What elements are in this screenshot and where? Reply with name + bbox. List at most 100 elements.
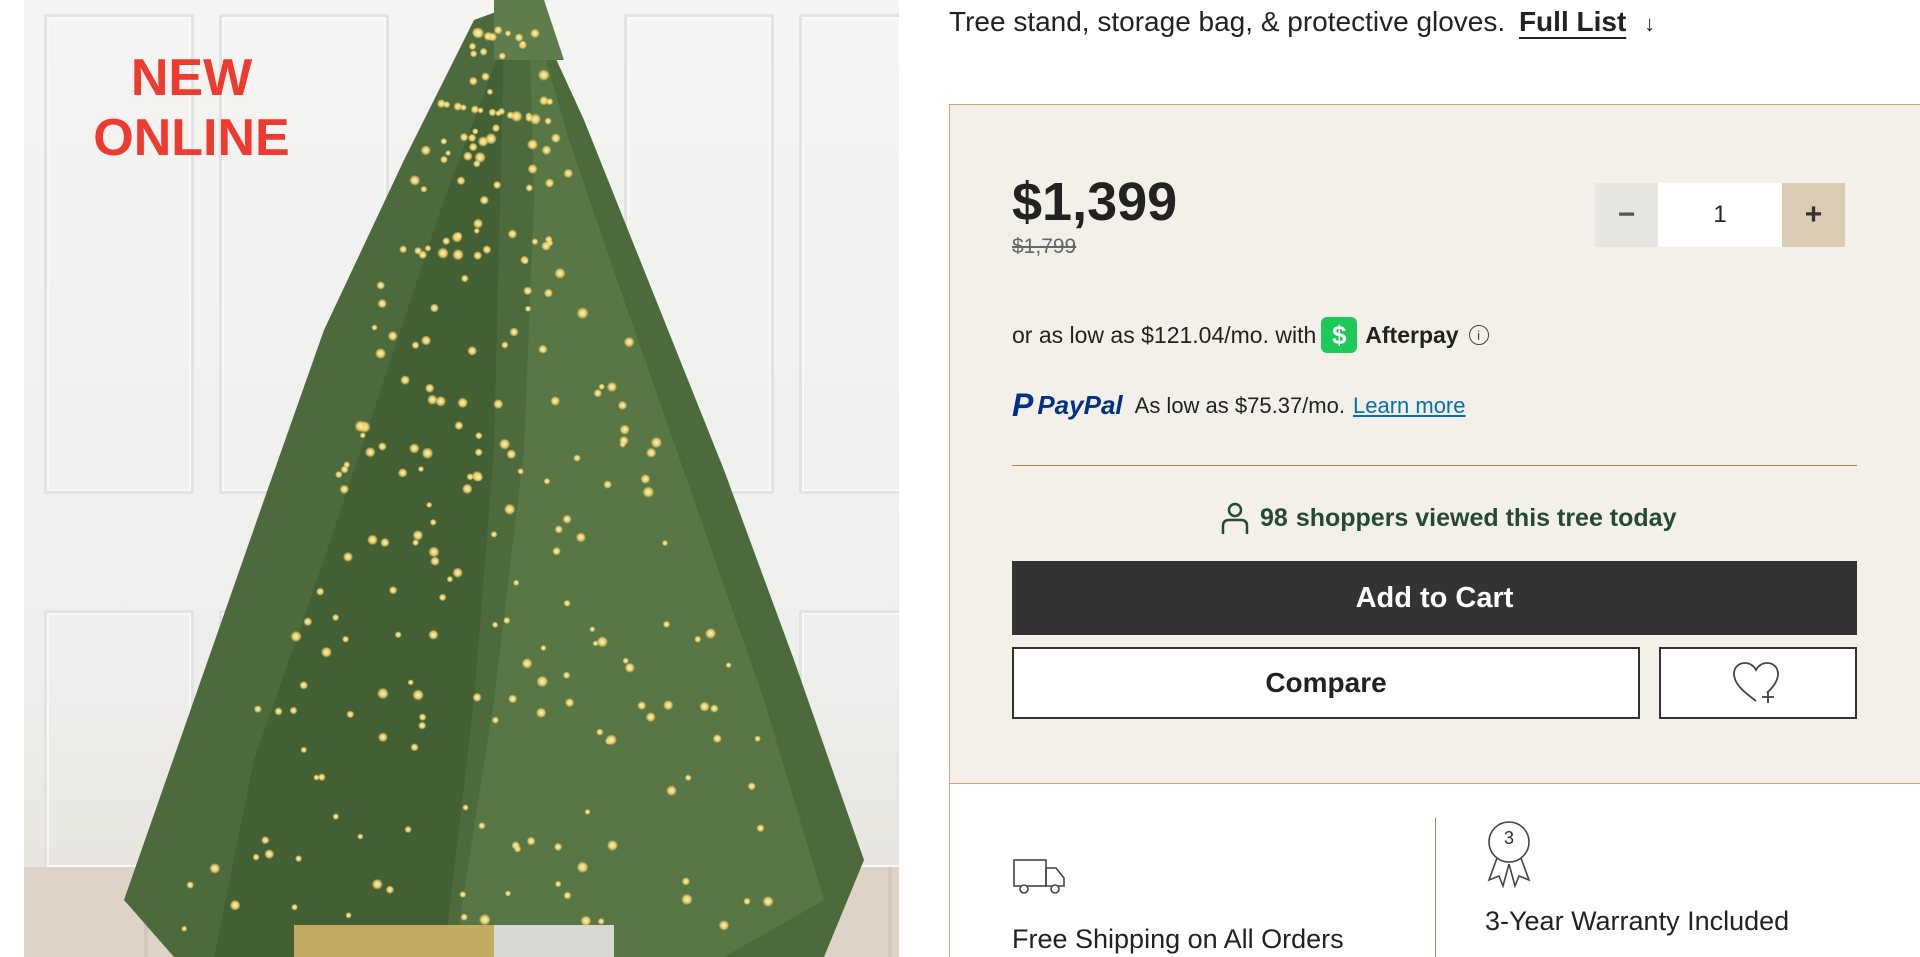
tree-light xyxy=(410,743,419,752)
tree-light xyxy=(462,151,473,162)
tree-light xyxy=(467,345,478,356)
tree-light xyxy=(429,303,439,313)
tree-light xyxy=(357,833,364,840)
tree-light xyxy=(186,881,195,889)
tree-light xyxy=(596,636,608,648)
tree-light xyxy=(637,701,647,711)
tree-light xyxy=(457,397,469,409)
tree-light xyxy=(409,443,420,454)
tree-light xyxy=(462,804,469,811)
full-list-link[interactable]: Full List xyxy=(1519,6,1626,37)
quantity-input[interactable] xyxy=(1658,183,1782,247)
tree-light xyxy=(438,593,447,602)
info-icon[interactable]: i xyxy=(1468,325,1489,345)
badge-line-new: NEW xyxy=(130,49,253,107)
tree-light xyxy=(339,484,350,495)
tree-light xyxy=(437,247,449,259)
compare-button[interactable]: Compare xyxy=(1012,647,1640,719)
tree-light xyxy=(473,160,481,168)
tree-light xyxy=(411,341,420,350)
tree-light xyxy=(473,251,483,261)
tree-light xyxy=(474,448,483,457)
tree-light xyxy=(460,104,467,111)
tree-light xyxy=(681,893,693,906)
tree-light xyxy=(261,836,270,845)
tree-light xyxy=(359,432,366,439)
tree-light xyxy=(563,168,574,179)
tree-light xyxy=(487,32,498,42)
tree-light xyxy=(694,635,702,643)
tree-light xyxy=(501,341,509,349)
tree-light xyxy=(552,546,561,556)
tree-light xyxy=(705,627,717,640)
tree-light xyxy=(562,671,571,680)
tree-light xyxy=(317,773,326,782)
tree-light xyxy=(493,399,504,410)
add-to-wishlist-button[interactable] xyxy=(1659,647,1857,719)
tree-light xyxy=(681,877,691,886)
tree-light xyxy=(435,395,447,407)
tree-light xyxy=(252,853,260,861)
tree-light xyxy=(407,679,414,686)
tree-light xyxy=(564,697,575,708)
tree-light xyxy=(426,501,433,508)
free-shipping-label: Free Shipping on All Orders xyxy=(1012,924,1344,954)
decrease-quantity-button[interactable]: − xyxy=(1595,183,1658,247)
tree-light xyxy=(503,503,516,516)
tree-light xyxy=(593,388,603,398)
tree-light xyxy=(575,532,587,543)
tree-light xyxy=(642,486,655,498)
tree-light xyxy=(605,734,618,746)
buy-box: $1,399 $1,799 − + or as low as $121.04/m… xyxy=(949,104,1920,784)
tree-light xyxy=(589,626,596,633)
afterpay-brand: Afterpay xyxy=(1365,321,1459,348)
tree-light xyxy=(412,529,424,541)
tree-light xyxy=(478,822,486,830)
tree-light xyxy=(475,431,483,440)
tree-light xyxy=(553,842,563,852)
tree-light xyxy=(519,40,526,47)
tree-light xyxy=(478,913,491,926)
tree-light xyxy=(526,836,536,846)
paypal-financing: P PayPal As low as $75.37/mo. Learn more xyxy=(1012,387,1466,424)
tree-light xyxy=(342,551,354,563)
tree-light xyxy=(530,28,540,39)
tree-light xyxy=(725,662,732,669)
tree-light xyxy=(510,110,523,123)
tree-light xyxy=(619,441,626,448)
add-to-cart-button[interactable]: Add to Cart xyxy=(1012,561,1857,635)
tree-light xyxy=(540,644,547,652)
tree-light xyxy=(394,631,402,639)
tree-light xyxy=(376,281,386,290)
tree-light xyxy=(289,706,298,715)
warranty-label: 3-Year Warranty Included xyxy=(1485,906,1790,936)
paypal-text: As low as $75.37/mo. xyxy=(1134,392,1345,418)
product-image[interactable]: NEW ONLINE xyxy=(24,0,899,957)
tree-light xyxy=(645,712,656,723)
perks-section: Free Shipping on All Orders 3 3-Year War… xyxy=(949,784,1920,957)
tree-light xyxy=(524,305,532,312)
tree-light xyxy=(504,890,512,897)
arrow-down-icon[interactable]: ↓ xyxy=(1644,11,1655,36)
tree-light xyxy=(424,383,435,394)
tree-light xyxy=(440,137,448,145)
tree-light xyxy=(541,241,551,251)
tree-light xyxy=(420,185,428,193)
tree-light xyxy=(474,472,484,482)
tree-light xyxy=(429,518,437,526)
increase-quantity-button[interactable]: + xyxy=(1782,183,1845,247)
tree-light xyxy=(606,381,618,393)
tree-light xyxy=(274,707,283,716)
tree-light xyxy=(513,845,522,853)
tree-light xyxy=(544,117,552,125)
tree-light xyxy=(421,447,434,460)
tree-light xyxy=(508,694,518,704)
tree-light xyxy=(412,689,424,701)
paypal-brand: PayPal xyxy=(1037,390,1123,420)
tree-light xyxy=(418,721,427,730)
tree-light xyxy=(584,808,591,815)
tree-light xyxy=(543,288,554,298)
learn-more-link[interactable]: Learn more xyxy=(1353,393,1466,419)
tree-light xyxy=(388,585,398,595)
tree-light xyxy=(430,556,440,567)
